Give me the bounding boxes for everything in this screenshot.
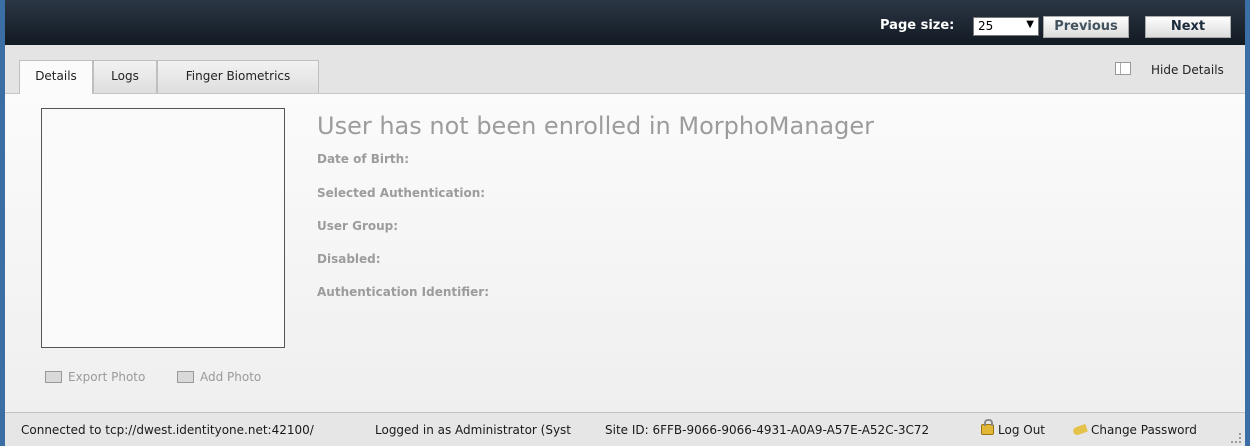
- tab-finger-biometrics[interactable]: Finger Biometrics: [157, 60, 319, 93]
- export-photo-icon: [45, 371, 62, 383]
- add-photo-label: Add Photo: [200, 370, 262, 384]
- lock-icon: [981, 419, 994, 435]
- user-photo: [41, 108, 285, 348]
- hide-details-link[interactable]: Hide Details: [1151, 63, 1224, 77]
- next-button[interactable]: Next: [1145, 16, 1231, 38]
- enrollment-status-heading: User has not been enrolled in MorphoMana…: [317, 112, 874, 140]
- export-photo-label: Export Photo: [68, 370, 146, 384]
- app-window: Page size: 25 ▼ Previous Next Details Lo…: [5, 0, 1245, 446]
- log-out-button[interactable]: Log Out: [981, 419, 1046, 437]
- pagination-toolbar: Page size: 25 ▼ Previous Next: [5, 0, 1245, 45]
- connection-status: Connected to tcp://dwest.identityone.net…: [21, 423, 314, 437]
- panel-toggle-icon[interactable]: [1115, 62, 1131, 75]
- resize-grip-icon[interactable]: [1231, 433, 1241, 443]
- disabled-label: Disabled:: [317, 252, 381, 266]
- status-bar: Connected to tcp://dwest.identityone.net…: [5, 412, 1245, 446]
- log-out-label: Log Out: [998, 423, 1046, 437]
- key-icon: [1072, 423, 1088, 437]
- site-id: Site ID: 6FFB-9066-9066-4931-A0A9-A57E-A…: [605, 423, 930, 437]
- date-of-birth-label: Date of Birth:: [317, 152, 410, 166]
- authentication-identifier-label: Authentication Identifier:: [317, 285, 490, 299]
- add-photo-icon: [177, 371, 194, 383]
- selected-authentication-label: Selected Authentication:: [317, 186, 486, 200]
- export-photo-button[interactable]: Export Photo: [45, 370, 145, 384]
- page-size-select[interactable]: 25 ▼: [973, 17, 1039, 36]
- previous-button[interactable]: Previous: [1043, 16, 1129, 38]
- change-password-button[interactable]: Change Password: [1072, 423, 1197, 437]
- logged-in-status: Logged in as Administrator (Syst: [375, 423, 572, 437]
- tab-logs[interactable]: Logs: [93, 60, 157, 93]
- page-size-value: 25: [978, 19, 994, 33]
- chevron-down-icon: ▼: [1026, 19, 1034, 30]
- change-password-label: Change Password: [1091, 423, 1197, 437]
- tab-bar: Details Logs Finger Biometrics Hide Deta…: [5, 45, 1245, 94]
- details-panel: Export Photo Add Photo User has not been…: [5, 94, 1245, 412]
- add-photo-button[interactable]: Add Photo: [177, 370, 261, 384]
- user-group-label: User Group:: [317, 219, 399, 233]
- tab-details[interactable]: Details: [19, 60, 93, 94]
- page-size-label: Page size:: [880, 18, 955, 33]
